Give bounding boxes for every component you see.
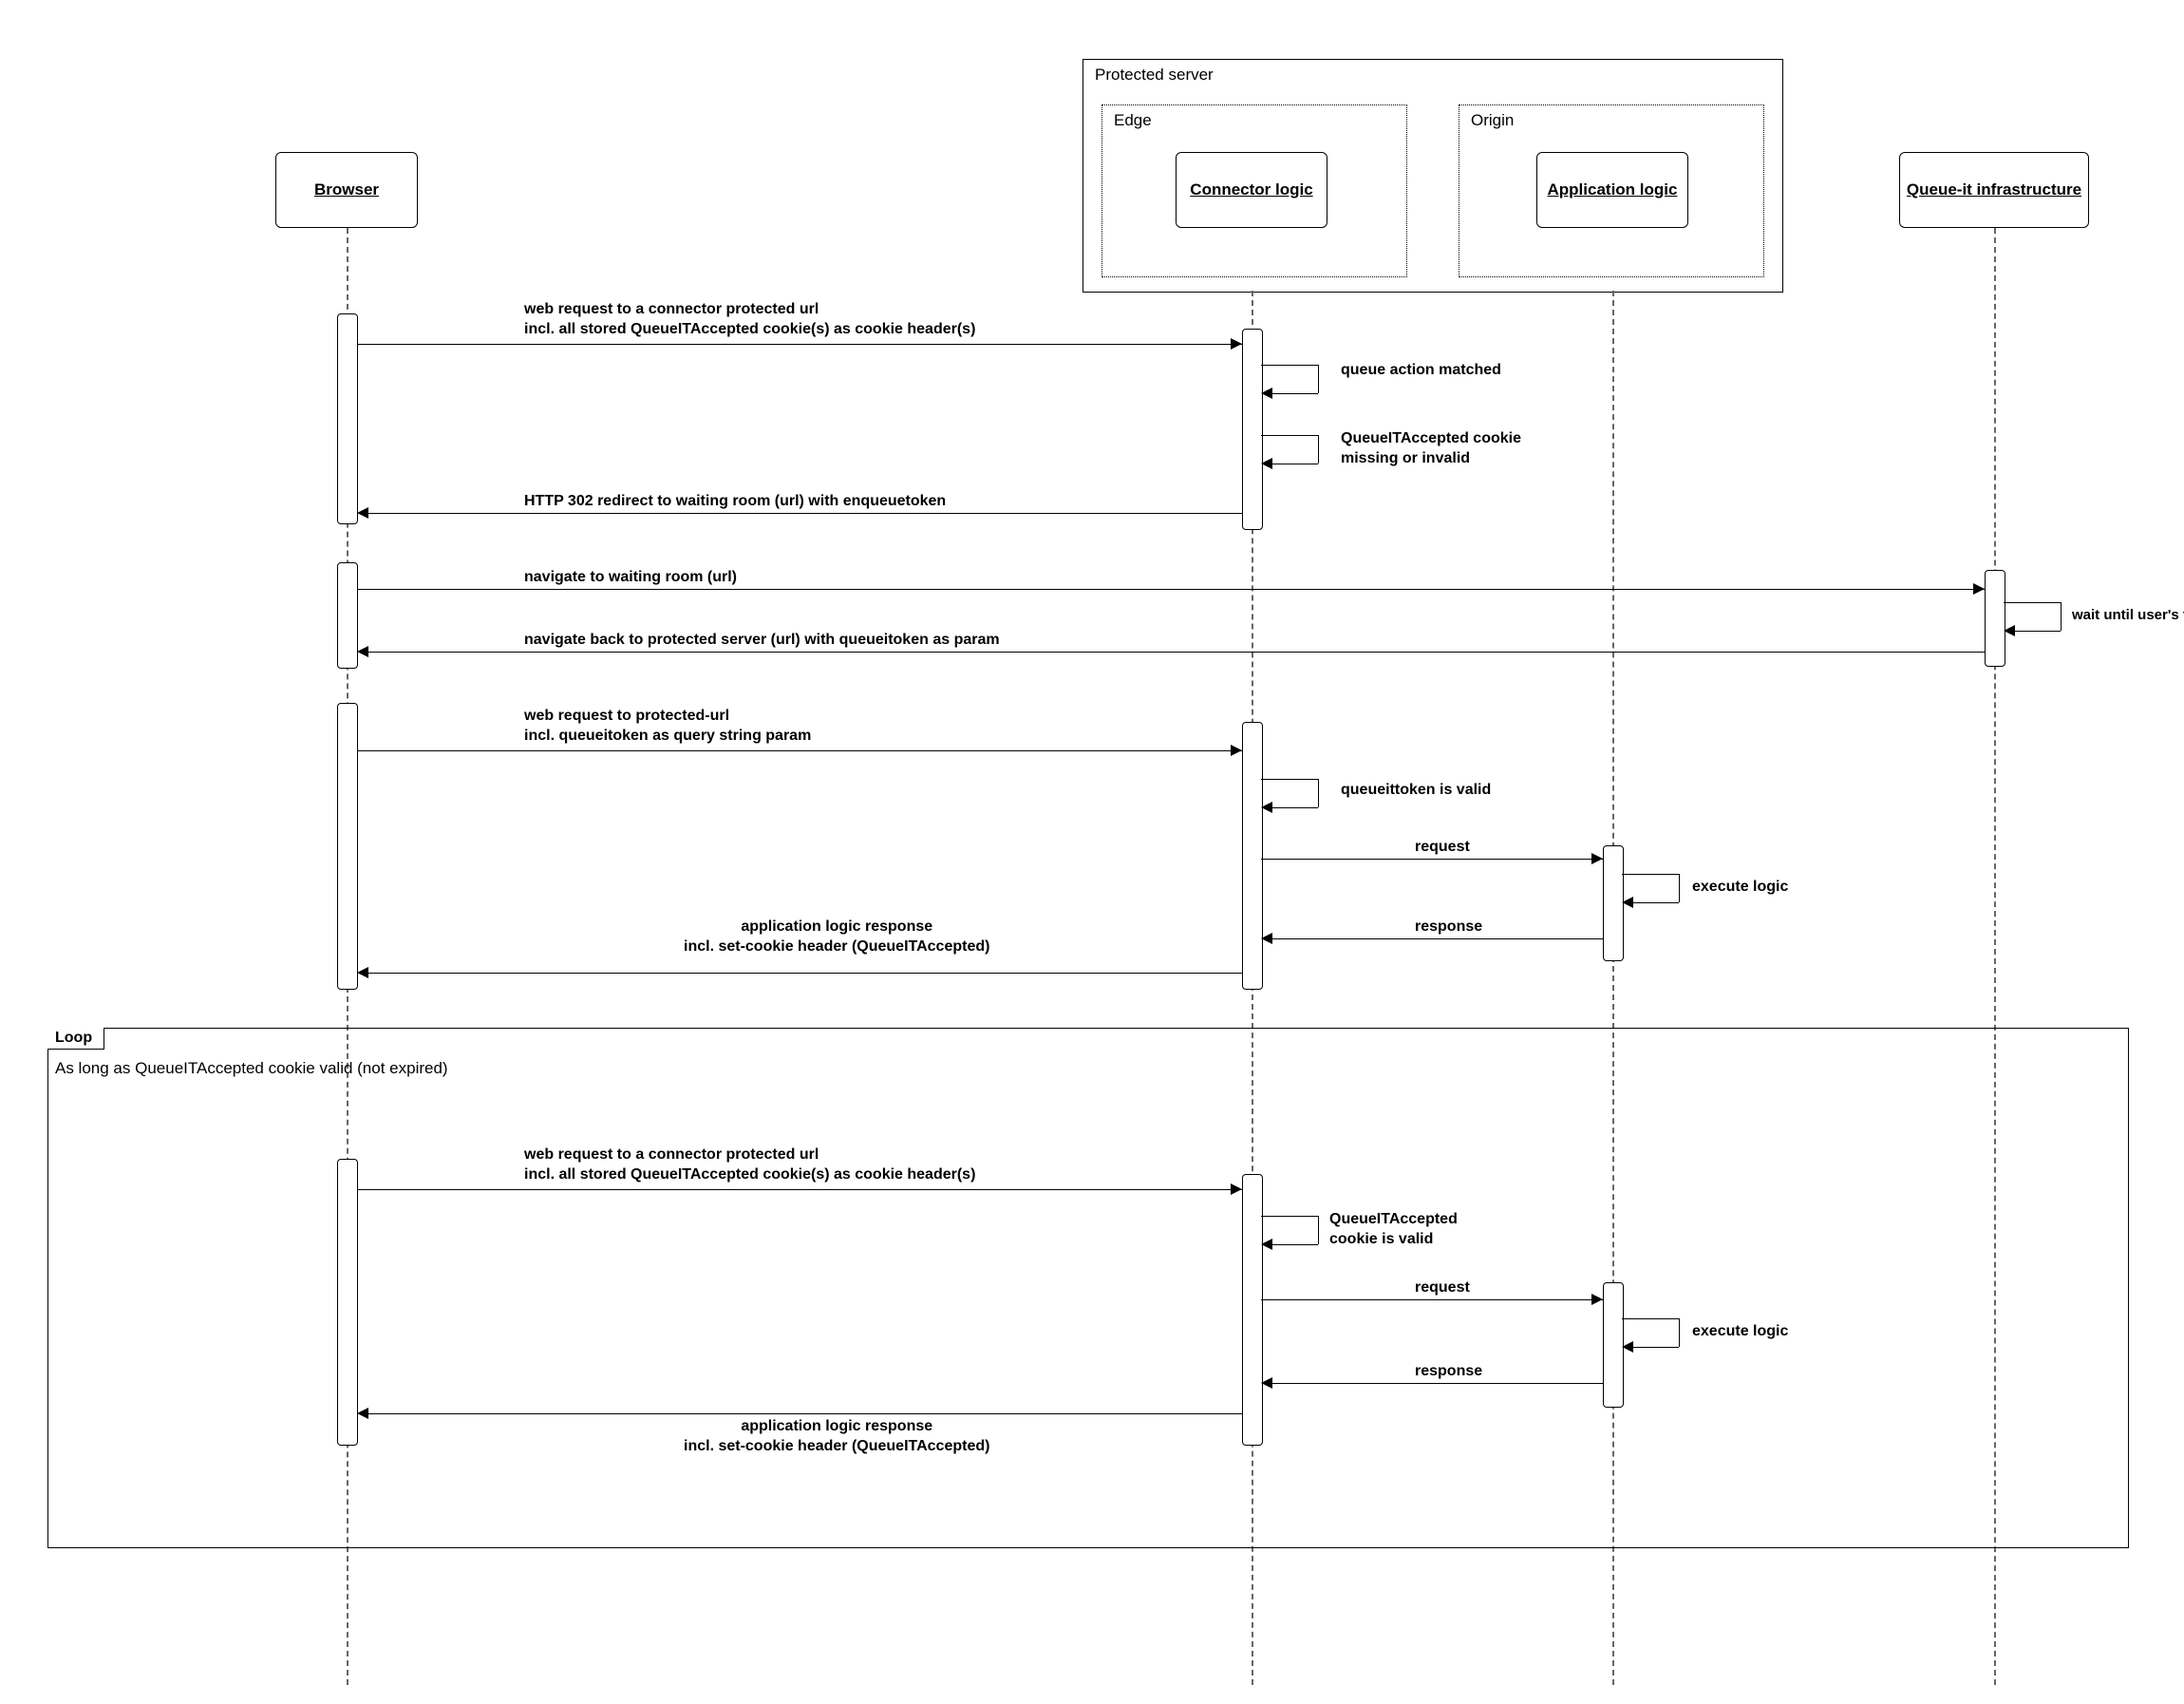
msg-m1-line [357, 344, 1242, 345]
self3-arrow [2004, 625, 2015, 636]
loop-m4-arrow [357, 1408, 368, 1419]
self2-arrow [1261, 458, 1272, 469]
participant-browser-label: Browser [314, 180, 379, 199]
self3-right [2061, 602, 2062, 631]
activation-connector-2 [1242, 722, 1263, 990]
loop-m3-label: response [1415, 1362, 1482, 1382]
self2-top [1261, 435, 1318, 436]
activation-queueit-1 [1985, 570, 2005, 667]
loop-m2-arrow [1591, 1294, 1603, 1305]
activation-application-loop [1603, 1282, 1624, 1408]
loop-m3-line [1272, 1383, 1603, 1384]
edge-label: Edge [1114, 111, 1152, 130]
loop-tag: Loop [47, 1028, 104, 1050]
self4-arrow [1261, 802, 1272, 813]
participant-queueit: Queue-it infrastructure [1899, 152, 2089, 228]
self5-top [1622, 874, 1679, 875]
self1-label: queue action matched [1341, 361, 1501, 381]
self5-label: execute logic [1692, 878, 1788, 898]
msg-m4-label: navigate back to protected server (url) … [524, 631, 1000, 651]
msg-m5-label: web request to protected-url incl. queue… [524, 707, 811, 747]
activation-connector-1 [1242, 329, 1263, 530]
participant-connector-label: Connector logic [1190, 180, 1312, 199]
loop-m1-line [357, 1189, 1242, 1190]
msg-m4-arrow [357, 646, 368, 657]
loop-self2-right [1679, 1318, 1680, 1347]
msg-m6-arrow [1591, 853, 1603, 864]
msg-m8-arrow [357, 967, 368, 978]
self1-right [1318, 365, 1319, 393]
activation-connector-loop [1242, 1174, 1263, 1446]
self3-bot [2015, 631, 2061, 632]
loop-m2-line [1261, 1299, 1603, 1300]
self5-arrow [1622, 897, 1633, 908]
self3-label: wait until user's turn [2072, 606, 2184, 625]
participant-connector: Connector logic [1176, 152, 1327, 228]
loop-self1-arrow [1261, 1239, 1272, 1250]
self1-arrow [1261, 388, 1272, 399]
msg-m6-label: request [1415, 838, 1470, 858]
protected-server-label: Protected server [1095, 66, 1214, 85]
loop-self1-label: QueueITAccepted cookie is valid [1329, 1210, 1458, 1250]
loop-self2-bot [1633, 1347, 1679, 1348]
self4-right [1318, 779, 1319, 807]
msg-m8-line [368, 973, 1242, 974]
activation-browser-3 [337, 703, 358, 990]
loop-m1-arrow [1231, 1183, 1242, 1195]
self5-right [1679, 874, 1680, 902]
loop-self1-top [1261, 1216, 1318, 1217]
loop-self2-arrow [1622, 1341, 1633, 1353]
sequence-diagram: Protected server Edge Origin Browser Con… [19, 19, 2165, 1685]
msg-m7-label: response [1415, 918, 1482, 937]
loop-self1-bot [1272, 1244, 1318, 1245]
origin-label: Origin [1471, 111, 1514, 130]
msg-m1-label: web request to a connector protected url… [524, 300, 975, 340]
msg-m3-label: navigate to waiting room (url) [524, 568, 737, 588]
loop-self1-right [1318, 1216, 1319, 1244]
activation-application-1 [1603, 845, 1624, 961]
participant-browser: Browser [275, 152, 418, 228]
self5-bot [1633, 902, 1679, 903]
self1-bot [1272, 393, 1318, 394]
self4-bot [1272, 807, 1318, 808]
loop-m4-label: application logic response incl. set-coo… [684, 1417, 989, 1457]
participant-application: Application logic [1536, 152, 1688, 228]
msg-m8-label: application logic response incl. set-coo… [684, 918, 989, 957]
participant-queueit-label: Queue-it infrastructure [1907, 180, 2081, 199]
loop-box [47, 1028, 2129, 1548]
loop-m3-arrow [1261, 1377, 1272, 1389]
self2-label: QueueITAccepted cookie missing or invali… [1341, 429, 1521, 469]
msg-m2-line [368, 513, 1242, 514]
self2-right [1318, 435, 1319, 464]
activation-browser-loop [337, 1159, 358, 1446]
msg-m3-line [357, 589, 1985, 590]
msg-m7-line [1272, 938, 1603, 939]
msg-m1-arrow [1231, 338, 1242, 350]
loop-note: As long as QueueITAccepted cookie valid … [55, 1058, 448, 1079]
msg-m5-arrow [1231, 745, 1242, 756]
activation-browser-2 [337, 562, 358, 669]
self4-label: queueittoken is valid [1341, 781, 1491, 801]
loop-self2-label: execute logic [1692, 1322, 1788, 1342]
loop-m2-label: request [1415, 1278, 1470, 1298]
activation-browser-1 [337, 313, 358, 524]
msg-m2-label: HTTP 302 redirect to waiting room (url) … [524, 492, 946, 512]
loop-m1-label: web request to a connector protected url… [524, 1145, 975, 1185]
msg-m6-line [1261, 859, 1603, 860]
self1-top [1261, 365, 1318, 366]
loop-m4-line [368, 1413, 1242, 1414]
self3-top [2004, 602, 2061, 603]
msg-m2-arrow [357, 507, 368, 519]
msg-m5-line [357, 750, 1242, 751]
msg-m7-arrow [1261, 933, 1272, 944]
self4-top [1261, 779, 1318, 780]
msg-m3-arrow [1973, 583, 1985, 595]
msg-m4-line [368, 652, 1985, 653]
participant-application-label: Application logic [1548, 180, 1678, 199]
loop-self2-top [1622, 1318, 1679, 1319]
